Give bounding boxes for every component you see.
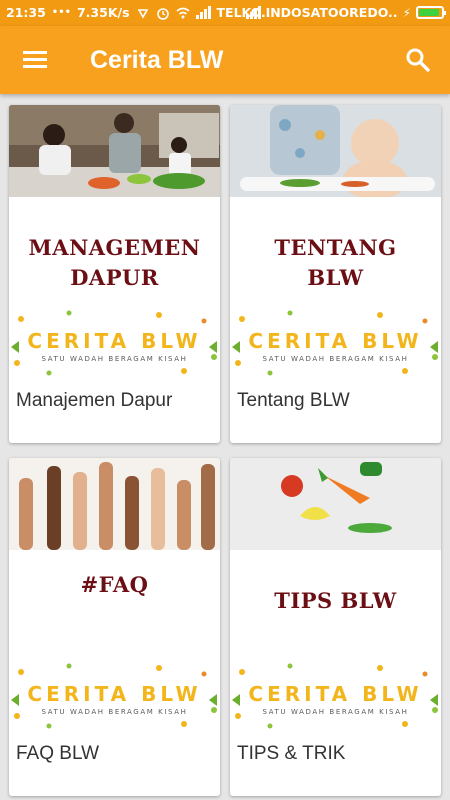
alarm-icon	[156, 7, 169, 20]
status-dots: •••	[51, 7, 71, 18]
carrier-2: INDOSATOOREDO..	[265, 5, 398, 20]
card-caption: Tentang BLW	[237, 390, 350, 411]
signal-strength-icon-1	[195, 6, 211, 19]
logo-tagline: SATU WADAH BERAGAM KISAH	[262, 708, 409, 716]
family-cooking-photo	[9, 105, 220, 197]
logo-text: CERITA BLW	[248, 682, 423, 706]
raised-hands-photo	[9, 458, 220, 550]
card-headline-line-2: BLW	[307, 265, 364, 290]
logo-text: CERITA BLW	[27, 329, 202, 353]
charging-icon: ⚡	[402, 5, 411, 20]
battery-icon	[416, 6, 446, 19]
card-caption: FAQ BLW	[16, 743, 100, 764]
data-saver-icon	[137, 8, 148, 19]
card-headline-line-1: MANAGEMEN	[28, 235, 201, 260]
card-caption: TIPS & TRIK	[237, 743, 346, 764]
card-faq-blw[interactable]: #FAQ CERITA BLW SATU WADAH BERAGAM KISAH…	[9, 458, 220, 796]
hamburger-menu-icon[interactable]	[14, 44, 50, 76]
cerita-blw-logo: CERITA BLW SATU WADAH BERAGAM KISAH	[9, 307, 220, 379]
status-time: 21:35	[6, 5, 46, 20]
search-icon[interactable]	[404, 46, 432, 74]
card-headline-line-1: TIPS BLW	[274, 588, 397, 613]
logo-text: CERITA BLW	[27, 682, 202, 706]
card-headline-line-1: #FAQ	[80, 572, 149, 597]
card-headline-line-2: DAPUR	[70, 265, 159, 290]
cerita-blw-logo: CERITA BLW SATU WADAH BERAGAM KISAH	[9, 660, 220, 732]
app-title: Cerita BLW	[90, 46, 224, 74]
toy-vegetables-photo	[230, 458, 441, 550]
wifi-icon	[176, 7, 190, 18]
logo-tagline: SATU WADAH BERAGAM KISAH	[41, 708, 188, 716]
logo-tagline: SATU WADAH BERAGAM KISAH	[262, 355, 409, 363]
cerita-blw-logo: CERITA BLW SATU WADAH BERAGAM KISAH	[230, 660, 441, 732]
card-manajemen-dapur[interactable]: MANAGEMEN DAPUR CERITA BLW SATU WADAH BE…	[9, 105, 220, 443]
baby-eating-photo	[230, 105, 441, 197]
app-bar: Cerita BLW	[0, 26, 450, 94]
card-tips-trik[interactable]: TIPS BLW CERITA BLW SATU WADAH BERAGAM K…	[230, 458, 441, 796]
logo-tagline: SATU WADAH BERAGAM KISAH	[41, 355, 188, 363]
signal-strength-icon-2	[245, 6, 261, 19]
card-headline-line-1: TENTANG	[274, 235, 397, 260]
card-tentang-blw[interactable]: TENTANG BLW CERITA BLW SATU WADAH BERAGA…	[230, 105, 441, 443]
network-speed: 7.35K/s	[76, 5, 130, 20]
logo-text: CERITA BLW	[248, 329, 423, 353]
card-caption: Manajemen Dapur	[16, 390, 173, 411]
status-bar: 21:35 ••• 7.35K/s TELKO.. INDOSATOOREDO.…	[0, 0, 450, 26]
cerita-blw-logo: CERITA BLW SATU WADAH BERAGAM KISAH	[230, 307, 441, 379]
